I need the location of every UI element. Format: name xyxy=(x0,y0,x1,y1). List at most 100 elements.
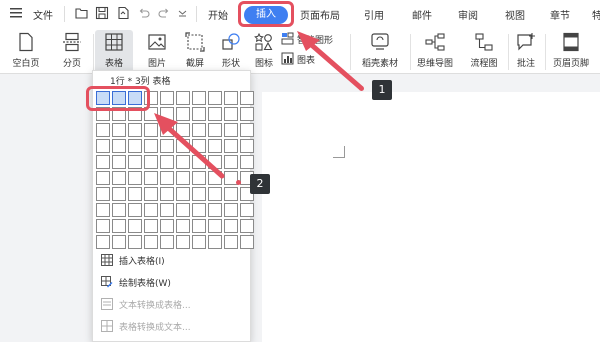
table-grid-cell[interactable] xyxy=(112,219,126,233)
table-grid-cell[interactable] xyxy=(96,123,110,137)
table-grid-cell[interactable] xyxy=(128,139,142,153)
table-grid-cell[interactable] xyxy=(96,235,110,249)
screenshot-button[interactable]: 截屏 xyxy=(178,32,212,69)
blank-page-button[interactable]: 空白页 xyxy=(6,32,46,69)
table-grid-cell[interactable] xyxy=(240,123,254,137)
table-grid-cell[interactable] xyxy=(144,235,158,249)
table-grid-cell[interactable] xyxy=(160,187,174,201)
table-grid-cell[interactable] xyxy=(160,91,174,105)
table-grid-cell[interactable] xyxy=(192,155,206,169)
table-grid-cell[interactable] xyxy=(224,155,238,169)
table-grid-cell[interactable] xyxy=(128,123,142,137)
table-grid-cell[interactable] xyxy=(224,235,238,249)
table-grid-cell[interactable] xyxy=(176,235,190,249)
table-grid-cell[interactable] xyxy=(240,91,254,105)
smart-graphic-button[interactable]: 智能图形 xyxy=(281,32,341,48)
table-grid-cell[interactable] xyxy=(144,203,158,217)
table-grid-cell[interactable] xyxy=(240,139,254,153)
table-grid-cell[interactable] xyxy=(128,187,142,201)
flowchart-button[interactable]: 流程图 xyxy=(461,32,507,69)
undo-icon[interactable] xyxy=(137,6,151,20)
table-grid-cell[interactable] xyxy=(176,123,190,137)
tab-section[interactable]: 章节 xyxy=(550,7,570,22)
table-grid-cell[interactable] xyxy=(96,171,110,185)
table-grid-cell[interactable] xyxy=(128,171,142,185)
export-pdf-icon[interactable] xyxy=(116,6,130,20)
table-grid-cell[interactable] xyxy=(208,219,222,233)
table-grid-cell[interactable] xyxy=(160,107,174,121)
comment-button[interactable]: 批注 xyxy=(512,32,540,69)
table-button[interactable]: 表格 xyxy=(95,30,133,73)
table-grid-cell[interactable] xyxy=(192,91,206,105)
table-grid-cell[interactable] xyxy=(160,203,174,217)
table-grid-cell[interactable] xyxy=(208,203,222,217)
table-grid-cell[interactable] xyxy=(208,187,222,201)
table-grid-cell[interactable] xyxy=(112,187,126,201)
table-grid-cell[interactable] xyxy=(128,203,142,217)
table-grid-cell[interactable] xyxy=(160,219,174,233)
table-grid-cell[interactable] xyxy=(176,203,190,217)
table-grid-cell[interactable] xyxy=(144,171,158,185)
table-grid-cell[interactable] xyxy=(160,155,174,169)
table-grid-cell[interactable] xyxy=(208,107,222,121)
customize-quick-access-icon[interactable] xyxy=(178,9,187,17)
table-grid-cell[interactable] xyxy=(176,107,190,121)
tab-page-layout[interactable]: 页面布局 xyxy=(300,7,340,22)
table-grid-cell[interactable] xyxy=(160,123,174,137)
table-grid-cell[interactable] xyxy=(208,235,222,249)
redo-icon[interactable] xyxy=(157,6,171,20)
page-break-button[interactable]: 分页 xyxy=(52,32,92,69)
save-icon[interactable] xyxy=(95,6,109,20)
table-grid-cell[interactable] xyxy=(192,219,206,233)
table-grid-cell[interactable] xyxy=(176,155,190,169)
table-grid-cell[interactable] xyxy=(176,91,190,105)
table-grid-cell[interactable] xyxy=(176,187,190,201)
table-grid-cell[interactable] xyxy=(96,187,110,201)
table-grid-cell[interactable] xyxy=(240,107,254,121)
table-grid-cell[interactable] xyxy=(208,155,222,169)
table-grid-cell[interactable] xyxy=(192,139,206,153)
table-grid-cell[interactable] xyxy=(112,123,126,137)
table-grid-cell[interactable] xyxy=(160,171,174,185)
stock-material-button[interactable]: 稻壳素材 xyxy=(358,32,402,69)
table-grid-cell[interactable] xyxy=(224,107,238,121)
table-grid-cell[interactable] xyxy=(112,155,126,169)
table-grid-cell[interactable] xyxy=(96,219,110,233)
table-grid-cell[interactable] xyxy=(240,219,254,233)
table-grid-cell[interactable] xyxy=(224,203,238,217)
table-grid-cell[interactable] xyxy=(144,155,158,169)
table-grid-cell[interactable] xyxy=(208,123,222,137)
tab-special[interactable]: 特 xyxy=(592,7,600,22)
file-menu[interactable]: 文件 xyxy=(33,7,53,22)
tab-view[interactable]: 视图 xyxy=(505,7,525,22)
table-grid-cell[interactable] xyxy=(160,235,174,249)
table-grid-cell[interactable] xyxy=(128,235,142,249)
table-grid-cell[interactable] xyxy=(176,139,190,153)
table-grid-cell[interactable] xyxy=(240,235,254,249)
picture-button[interactable]: 图片 xyxy=(140,32,174,69)
table-grid-cell[interactable] xyxy=(144,139,158,153)
tab-home[interactable]: 开始 xyxy=(208,7,228,22)
table-grid-cell[interactable] xyxy=(208,139,222,153)
chart-button[interactable]: 图表 xyxy=(281,52,341,68)
table-grid-cell[interactable] xyxy=(112,171,126,185)
table-grid-cell[interactable] xyxy=(208,91,222,105)
table-grid-cell[interactable] xyxy=(112,203,126,217)
table-grid-cell[interactable] xyxy=(96,139,110,153)
table-grid-cell[interactable] xyxy=(160,139,174,153)
table-grid-cell[interactable] xyxy=(192,171,206,185)
table-grid-cell[interactable] xyxy=(192,123,206,137)
table-grid-cell[interactable] xyxy=(224,139,238,153)
table-grid-cell[interactable] xyxy=(224,91,238,105)
shape-button[interactable]: 形状 xyxy=(214,32,248,69)
table-grid-cell[interactable] xyxy=(240,155,254,169)
tab-mailings[interactable]: 邮件 xyxy=(412,7,432,22)
table-grid-cell[interactable] xyxy=(176,171,190,185)
table-grid-cell[interactable] xyxy=(192,187,206,201)
table-grid-cell[interactable] xyxy=(224,123,238,137)
table-grid-cell[interactable] xyxy=(144,123,158,137)
table-grid-cell[interactable] xyxy=(176,219,190,233)
icon-button[interactable]: 图标 xyxy=(250,32,278,69)
table-grid-cell[interactable] xyxy=(192,203,206,217)
table-grid-cell[interactable] xyxy=(96,155,110,169)
